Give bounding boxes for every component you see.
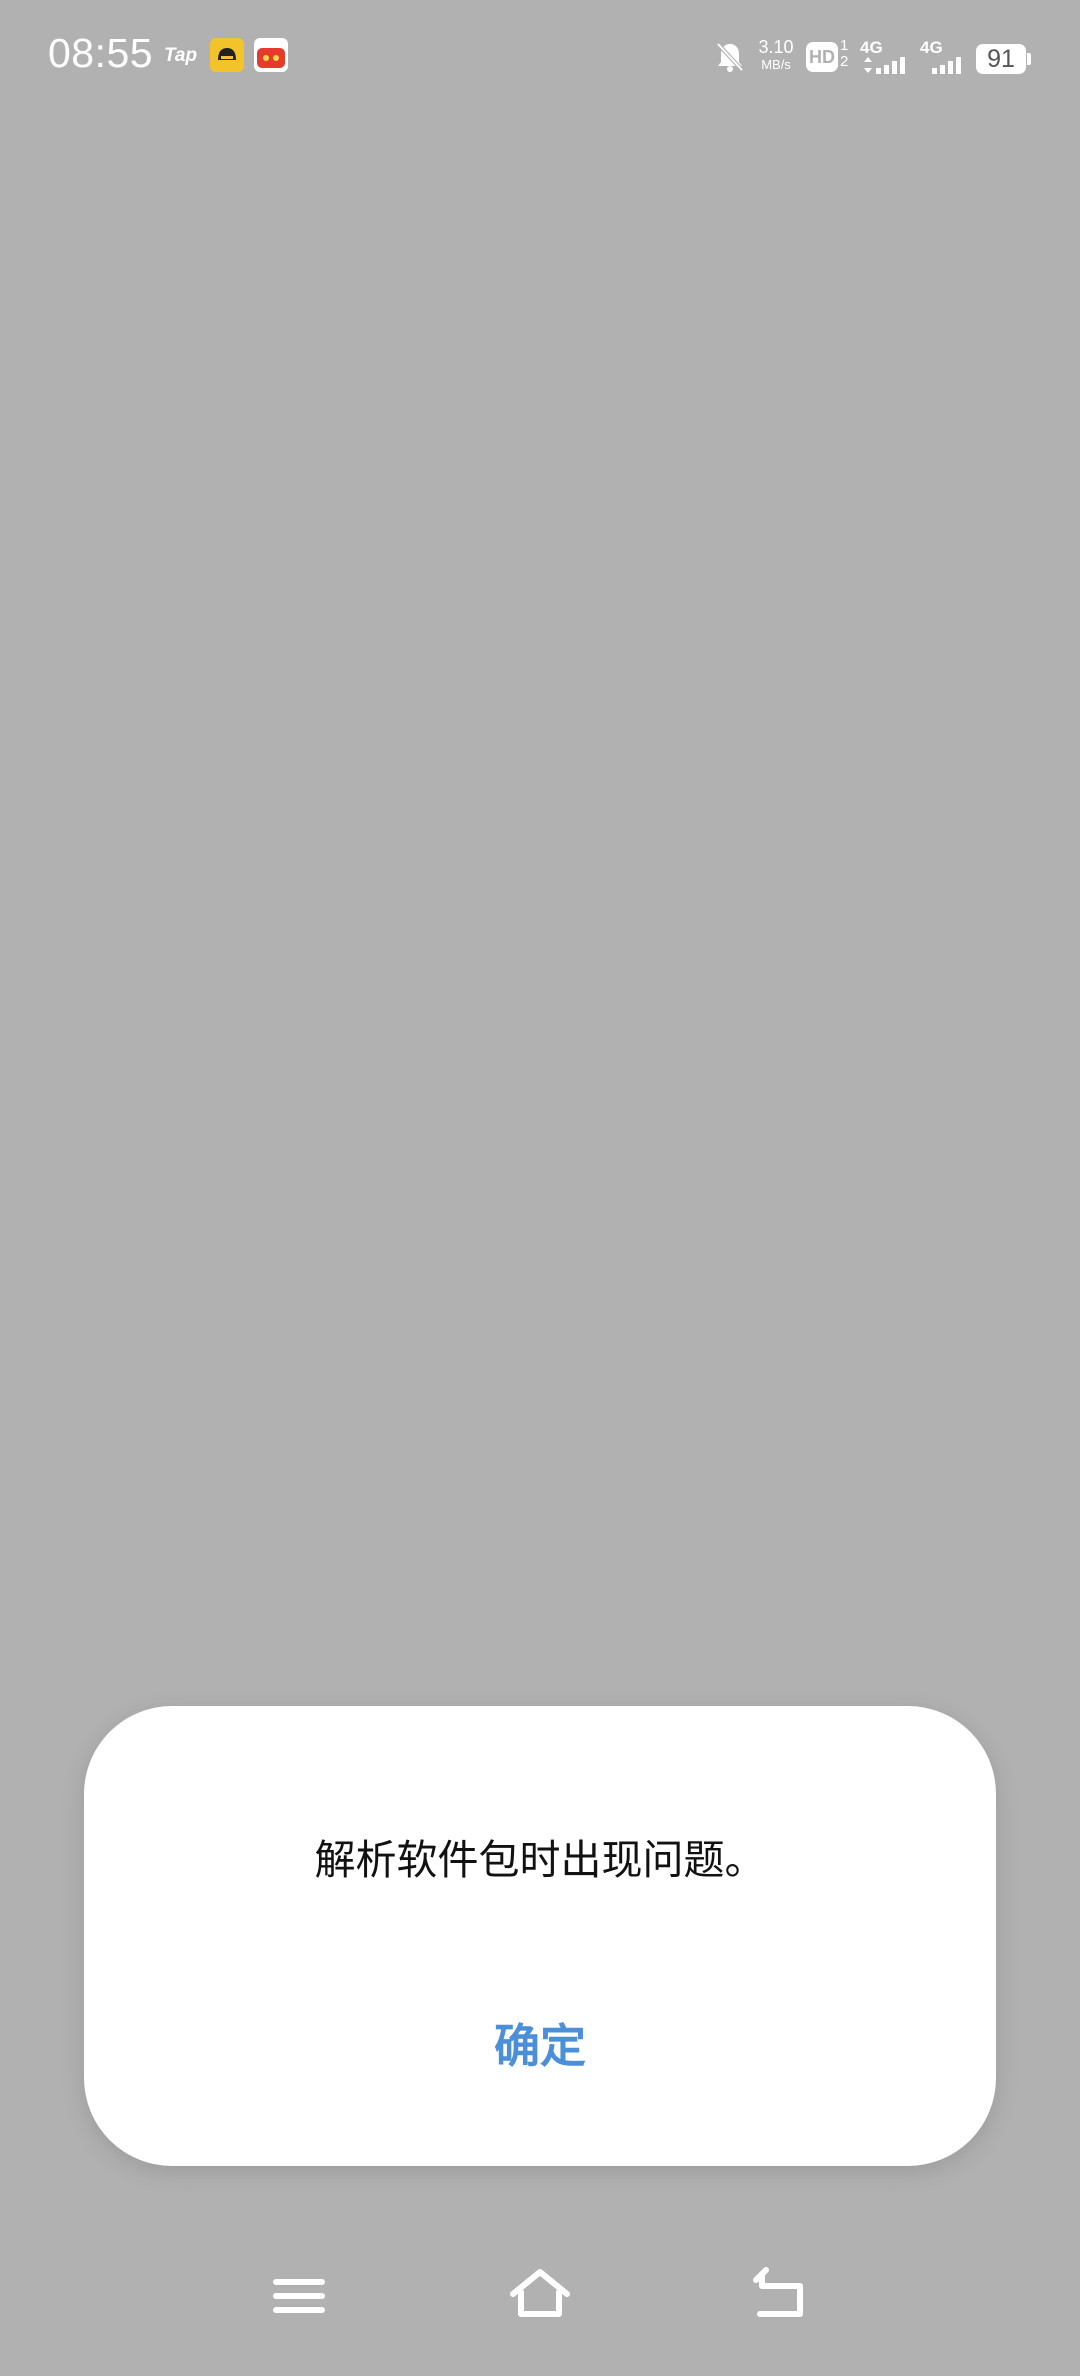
status-bar: 08:55 Tap 3.10 MB/s HD 1 2 4G 4G 91 xyxy=(0,0,1080,116)
error-dialog: 解析软件包时出现问题。 确定 xyxy=(84,1706,996,2166)
battery-icon: 91 xyxy=(976,44,1026,74)
hd-sim-top: 1 xyxy=(840,37,849,54)
app-notification-icon xyxy=(210,38,244,72)
speed-unit: MB/s xyxy=(761,57,791,72)
network-type-2: 4G xyxy=(920,38,943,57)
battery-tip xyxy=(1027,53,1031,65)
home-icon[interactable] xyxy=(495,2252,585,2342)
menu-icon[interactable] xyxy=(254,2252,344,2342)
back-icon[interactable] xyxy=(736,2252,826,2342)
hd-sim-indicator: 1 2 xyxy=(840,38,848,70)
hd-badge: HD xyxy=(806,42,838,72)
tap-notification-label: Tap xyxy=(164,45,198,66)
speed-value: 3.10 xyxy=(758,37,794,57)
mute-bell-icon xyxy=(716,42,744,72)
navigation-bar xyxy=(0,2250,1080,2376)
app-notification-icon-2 xyxy=(254,38,288,72)
status-time: 08:55 xyxy=(48,30,154,76)
signal-icon xyxy=(864,57,905,74)
network-speed: 3.10 MB/s xyxy=(754,37,798,73)
signal-icon-2 xyxy=(932,57,961,74)
confirm-button[interactable]: 确定 xyxy=(440,2006,640,2086)
network-type-1: 4G xyxy=(860,38,883,57)
dialog-message: 解析软件包时出现问题。 xyxy=(314,1836,766,1884)
hd-sim-bottom: 2 xyxy=(840,53,849,70)
